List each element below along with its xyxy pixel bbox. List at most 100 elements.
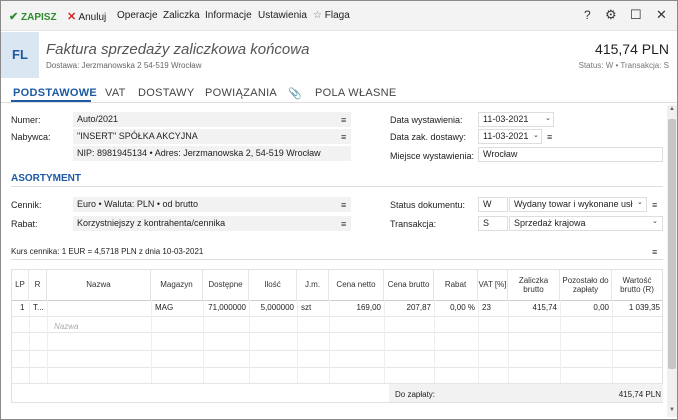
check-icon: ✔ [9,11,19,23]
total-due-value: 415,74 PLN [618,390,661,399]
nabywca-field[interactable]: "INSERT" SPÓŁKA AKCYJNA [73,129,351,144]
total-due-label: Do zapłaty: [395,390,436,399]
cell-ilosc[interactable]: 5,000000 [253,303,294,312]
cell-magazyn[interactable]: MAG [155,303,173,312]
status-menu-icon[interactable]: ≡ [652,200,657,210]
tab-bar: PODSTAWOWE VAT DOSTAWY POWIĄZANIA 📎 POLA… [1,83,677,103]
save-button[interactable]: ✔ ZAPISZ [9,10,57,23]
scrollbar-thumb[interactable] [668,119,676,369]
data-dostawy-menu-icon[interactable]: ≡ [547,132,552,142]
operations-menu[interactable]: Operacje [117,10,158,21]
row-divider [12,332,662,333]
col-divider [249,300,250,383]
kurs-menu-icon[interactable]: ≡ [652,247,657,257]
cennik-field[interactable]: Euro • Waluta: PLN • od brutto [73,197,351,212]
gear-icon[interactable]: ⚙ [605,7,617,23]
cell-cena-netto[interactable]: 169,00 [333,303,381,312]
col-header-nazwa[interactable]: Nazwa [47,270,151,300]
cell-cena-brutto[interactable]: 207,87 [388,303,431,312]
data-wystawienia-field[interactable]: 11-03-2021 [478,112,554,127]
miejsce-label: Miejsce wystawienia: [390,151,475,161]
col-divider [612,300,613,383]
close-icon[interactable]: ✕ [656,7,667,23]
col-divider [29,300,30,383]
active-tab-indicator [11,100,91,102]
col-divider [508,300,509,383]
col-header-vat[interactable]: VAT [%] [478,270,508,300]
section-divider [11,186,663,187]
tab-pola-wlasne[interactable]: POLA WŁASNE [315,87,397,99]
toolbar: ✔ ZAPISZ ✕ Anuluj Operacje Zaliczka Info… [1,1,677,31]
col-divider [384,300,385,383]
miejsce-field[interactable]: Wrocław [478,147,663,162]
rabat-field[interactable]: Korzystniejszy z kontrahenta/cennika [73,216,351,231]
transakcja-select[interactable]: Sprzedaż krajowa [509,216,663,231]
cell-lp[interactable]: 1 [20,303,24,312]
numer-label: Numer: [11,115,41,125]
col-header-cena-brutto[interactable]: Cena brutto [384,270,434,300]
chevron-down-icon[interactable]: ⌄ [533,131,539,139]
cell-zaliczka[interactable]: 415,74 [512,303,557,312]
paperclip-icon[interactable]: 📎 [288,87,302,100]
new-row-name-input[interactable]: Nazwa [54,322,78,331]
col-header-magazyn[interactable]: Magazyn [151,270,203,300]
col-divider [329,300,330,383]
col-header-ilosc[interactable]: Ilość [249,270,297,300]
chevron-down-icon[interactable]: ⌄ [652,217,658,225]
cell-dostepne[interactable]: 71,000000 [207,303,246,312]
status-dokumentu-label: Status dokumentu: [390,200,466,210]
divider [11,259,663,260]
advance-menu[interactable]: Zaliczka [163,10,200,21]
col-header-jm[interactable]: J.m. [297,270,329,300]
page-title: Faktura sprzedaży zaliczkowa końcowa [46,41,310,58]
col-header-dostepne[interactable]: Dostępne [203,270,249,300]
col-header-pozostalo[interactable]: Pozostało do zapłaty [560,270,612,300]
col-header-zaliczka[interactable]: Zaliczka brutto [508,270,560,300]
col-header-cena-netto[interactable]: Cena netto [329,270,384,300]
info-menu[interactable]: Informacje [205,10,252,21]
close-x-icon: ✕ [67,11,77,23]
cell-r[interactable]: T... [33,303,44,312]
exchange-rate-info: Kurs cennika: 1 EUR = 4,5718 PLN z dnia … [11,247,204,256]
nabywca-menu-icon[interactable]: ≡ [341,132,346,142]
settings-menu[interactable]: Ustawienia [258,10,307,21]
header-divider [12,300,662,301]
rabat-label: Rabat: [11,219,38,229]
chevron-down-icon[interactable]: ⌄ [545,114,551,122]
flag-button[interactable]: ☆ Flaga [313,10,350,21]
cell-wartosc[interactable]: 1 039,35 [615,303,660,312]
col-header-rabat[interactable]: Rabat [434,270,478,300]
numer-field[interactable]: Auto/2021 [73,112,351,127]
transakcja-label: Transakcja: [390,219,437,229]
col-header-r[interactable]: R [29,270,47,300]
status-select[interactable]: Wydany towar i wykonane usł [509,197,647,212]
numer-menu-icon[interactable]: ≡ [341,115,346,125]
row-divider [12,316,662,317]
data-dostawy-label: Data zak. dostawy: [390,132,467,142]
transakcja-code-field[interactable]: S [478,216,508,231]
cell-vat[interactable]: 23 [482,303,491,312]
chevron-down-icon[interactable]: ⌄ [637,198,643,206]
rabat-menu-icon[interactable]: ≡ [341,219,346,229]
tab-powiazania[interactable]: POWIĄZANIA [205,87,277,99]
tab-vat[interactable]: VAT [105,87,126,99]
maximize-icon[interactable]: ☐ [630,7,642,23]
star-icon: ☆ [313,10,322,21]
col-header-lp[interactable]: LP [12,270,29,300]
cell-pozostalo[interactable]: 0,00 [564,303,609,312]
data-wystawienia-label: Data wystawienia: [390,115,463,125]
delivery-subtitle: Dostawa: Jerzmanowska 2 54-519 Wrocław [46,61,202,70]
cell-jm[interactable]: szt [301,303,311,312]
col-header-wartosc[interactable]: Wartość brutto (R) [612,270,662,300]
help-icon[interactable]: ? [584,8,591,22]
cennik-menu-icon[interactable]: ≡ [341,200,346,210]
cell-rabat[interactable]: 0,00 % [438,303,475,312]
tab-podstawowe[interactable]: PODSTAWOWE [13,87,97,99]
status-code-field[interactable]: W [478,197,508,212]
invoice-window: ✔ ZAPISZ ✕ Anuluj Operacje Zaliczka Info… [0,0,678,420]
tab-dostawy[interactable]: DOSTAWY [138,87,195,99]
scroll-down-arrow-icon[interactable]: ▼ [667,407,677,413]
cancel-button[interactable]: ✕ Anuluj [67,10,106,23]
col-divider [47,300,48,383]
scroll-up-arrow-icon[interactable]: ▲ [667,106,677,112]
